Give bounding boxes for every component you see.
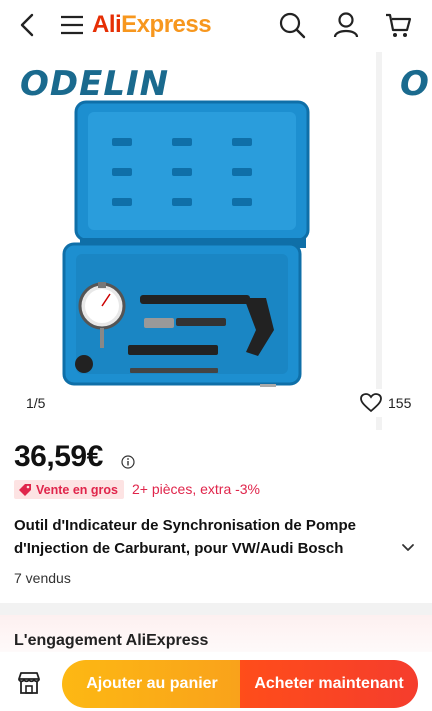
menu-icon[interactable] <box>56 9 88 41</box>
info-icon[interactable] <box>121 455 135 469</box>
image-pager: 1/5 <box>14 389 58 417</box>
next-image-slide[interactable]: O <box>382 52 432 430</box>
product-price: 36,59€ <box>14 440 103 473</box>
wishlist-button[interactable]: 155 <box>352 389 420 417</box>
tag-icon <box>19 483 31 496</box>
product-image-slide[interactable]: ODELIN 1/5 <box>0 52 376 430</box>
heart-icon <box>360 393 382 413</box>
search-icon[interactable] <box>276 9 308 41</box>
logo-text-ali: Ali <box>92 11 122 38</box>
engagement-title: L'engagement AliExpress <box>14 632 209 649</box>
sold-count: 7 vendus <box>14 570 71 586</box>
likes-count: 155 <box>388 395 412 411</box>
buy-now-button[interactable]: Acheter maintenant <box>240 660 418 708</box>
cart-icon[interactable] <box>382 9 414 41</box>
add-to-cart-button[interactable]: Ajouter au panier <box>62 660 242 708</box>
product-title: Outil d'Indicateur de Synchronisation de… <box>14 517 356 557</box>
chevron-down-icon[interactable] <box>400 540 416 556</box>
bulk-discount-text: 2+ pièces, extra -3% <box>132 481 261 497</box>
brand-logo-next: O <box>400 64 429 104</box>
logo-text-express: Express <box>121 11 212 38</box>
store-icon[interactable] <box>16 670 42 696</box>
aliexpress-logo[interactable]: Ali Express <box>92 9 212 41</box>
wholesale-badge-label: Vente en gros <box>36 482 118 497</box>
section-divider <box>0 603 432 615</box>
wholesale-badge: Vente en gros <box>14 480 124 499</box>
product-image-tool-case <box>62 100 310 387</box>
top-header: Ali Express <box>0 0 432 50</box>
back-arrow-icon[interactable] <box>12 9 44 41</box>
account-icon[interactable] <box>330 9 362 41</box>
product-image-gallery[interactable]: ODELIN 1/5 O 155 <box>0 52 432 430</box>
